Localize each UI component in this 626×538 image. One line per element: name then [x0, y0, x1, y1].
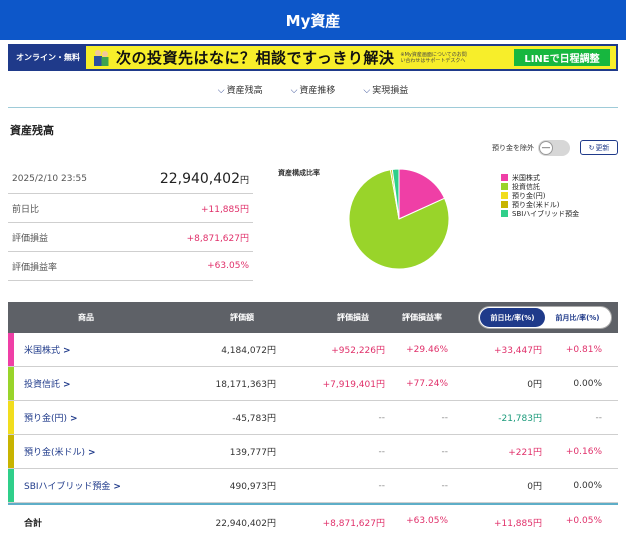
total-label: 合計	[24, 519, 43, 529]
row-color-bar	[8, 333, 14, 366]
line-schedule-button[interactable]: LINEで日程調整	[514, 49, 610, 66]
tab-day-change[interactable]: 前日比/率(%)	[480, 308, 545, 327]
exclude-deposits-label: 預り金を除外	[492, 144, 534, 152]
row-product-link[interactable]: 米国株式 >	[24, 343, 71, 356]
nav-divider	[8, 107, 618, 108]
exclude-deposits-control: 預り金を除外 —	[492, 140, 570, 156]
summary-row-day-change: 前日比 +11,885円	[8, 194, 253, 223]
chevron-right-icon: >	[70, 414, 78, 424]
summary-datetime: 2025/2/10 23:55	[12, 174, 87, 184]
page-nav: ⌵ 資産残高 ⌵ 資産推移 ⌵ 実現損益	[0, 83, 626, 96]
legend-swatch	[501, 192, 508, 199]
chevron-down-icon: ⌵	[363, 86, 371, 96]
summary-row-pl: 評価損益 +8,871,627円	[8, 223, 253, 252]
summary-panel: 2025/2/10 23:55 22,940,402円 前日比 +11,885円…	[8, 165, 253, 281]
chevron-down-icon: ⌵	[217, 86, 225, 96]
chevron-right-icon: >	[63, 380, 71, 390]
toggle-knob: —	[539, 141, 553, 155]
legend-swatch	[501, 210, 508, 217]
table-row: 預り金(米ドル) > 139,777円 -- -- +221円 +0.16%	[8, 435, 618, 469]
chevron-right-icon: >	[113, 482, 121, 492]
legend-swatch	[501, 183, 508, 190]
row-product-link[interactable]: 預り金(米ドル) >	[24, 445, 96, 458]
nav-item-history[interactable]: ⌵ 資産推移	[291, 83, 336, 96]
legend-swatch	[501, 201, 508, 208]
banner-catchphrase: 次の投資先はなに？相談ですっきり解決	[116, 49, 395, 67]
total-row: 合計 22,940,402円 +8,871,627円 +63.05% +11,8…	[8, 503, 618, 535]
legend-item: SBIハイブリッド預金	[501, 209, 579, 218]
tab-month-change[interactable]: 前月比/率(%)	[545, 308, 610, 327]
chevron-right-icon: >	[63, 346, 71, 356]
section-title: 資産残高	[10, 124, 54, 137]
promo-banner[interactable]: オンライン・無料 次の投資先はなに？相談ですっきり解決 ※My資産画面についての…	[8, 44, 618, 71]
table-row: 投資信託 > 18,171,363円 +7,919,401円 +77.24% 0円…	[8, 367, 618, 401]
row-product-link[interactable]: 投資信託 >	[24, 377, 71, 390]
holdings-table: 商品 評価額 評価損益 評価損益率 前日比/率(%) 前月比/率(%) 米国株式…	[8, 302, 618, 535]
page-title: My資産	[285, 11, 341, 30]
chevron-right-icon: >	[88, 448, 96, 458]
col-product: 商品	[78, 313, 94, 322]
refresh-button[interactable]: ↻ 更新	[580, 140, 618, 155]
legend-swatch	[501, 174, 508, 181]
table-row: 米国株式 > 4,184,072円 +952,226円 +29.46% +33,4…	[8, 333, 618, 367]
chevron-down-icon: ⌵	[290, 86, 298, 96]
composition-title: 資産構成比率	[278, 169, 320, 177]
row-color-bar	[8, 401, 14, 434]
col-pl: 評価損益	[337, 313, 369, 322]
nav-item-realized[interactable]: ⌵ 実現損益	[363, 83, 408, 96]
summary-total-row: 2025/2/10 23:55 22,940,402円	[8, 165, 253, 194]
composition-pie-chart	[348, 168, 450, 270]
row-product-link[interactable]: 預り金(円) >	[24, 411, 78, 424]
table-row: SBIハイブリッド預金 > 490,973円 -- -- 0円 0.00%	[8, 469, 618, 503]
row-color-bar	[8, 469, 14, 502]
col-pl-rate: 評価損益率	[402, 313, 442, 322]
consultant-icon	[90, 48, 112, 68]
table-header: 商品 評価額 評価損益 評価損益率 前日比/率(%) 前月比/率(%)	[8, 302, 618, 333]
banner-tag: オンライン・無料	[10, 46, 86, 69]
table-row: 預り金(円) > -45,783円 -- -- -21,783円 --	[8, 401, 618, 435]
summary-total: 22,940,402円	[159, 171, 249, 187]
banner-note: ※My資産画面についてのお問い合わせはサポートデスクへ	[400, 51, 467, 64]
summary-row-pl-rate: 評価損益率 +63.05%	[8, 252, 253, 281]
row-product-link[interactable]: SBIハイブリッド預金 >	[24, 479, 121, 492]
compare-switch: 前日比/率(%) 前月比/率(%)	[478, 306, 612, 329]
row-color-bar	[8, 435, 14, 468]
exclude-deposits-toggle[interactable]: —	[538, 140, 570, 156]
app-header: My資産	[0, 0, 626, 40]
row-color-bar	[8, 367, 14, 400]
refresh-icon: ↻	[588, 143, 595, 152]
composition-legend: 米国株式 投資信託 預り金(円) 預り金(米ドル) SBIハイブリッド預金	[501, 173, 579, 218]
nav-item-balance[interactable]: ⌵ 資産残高	[218, 83, 263, 96]
col-value: 評価額	[230, 313, 254, 322]
